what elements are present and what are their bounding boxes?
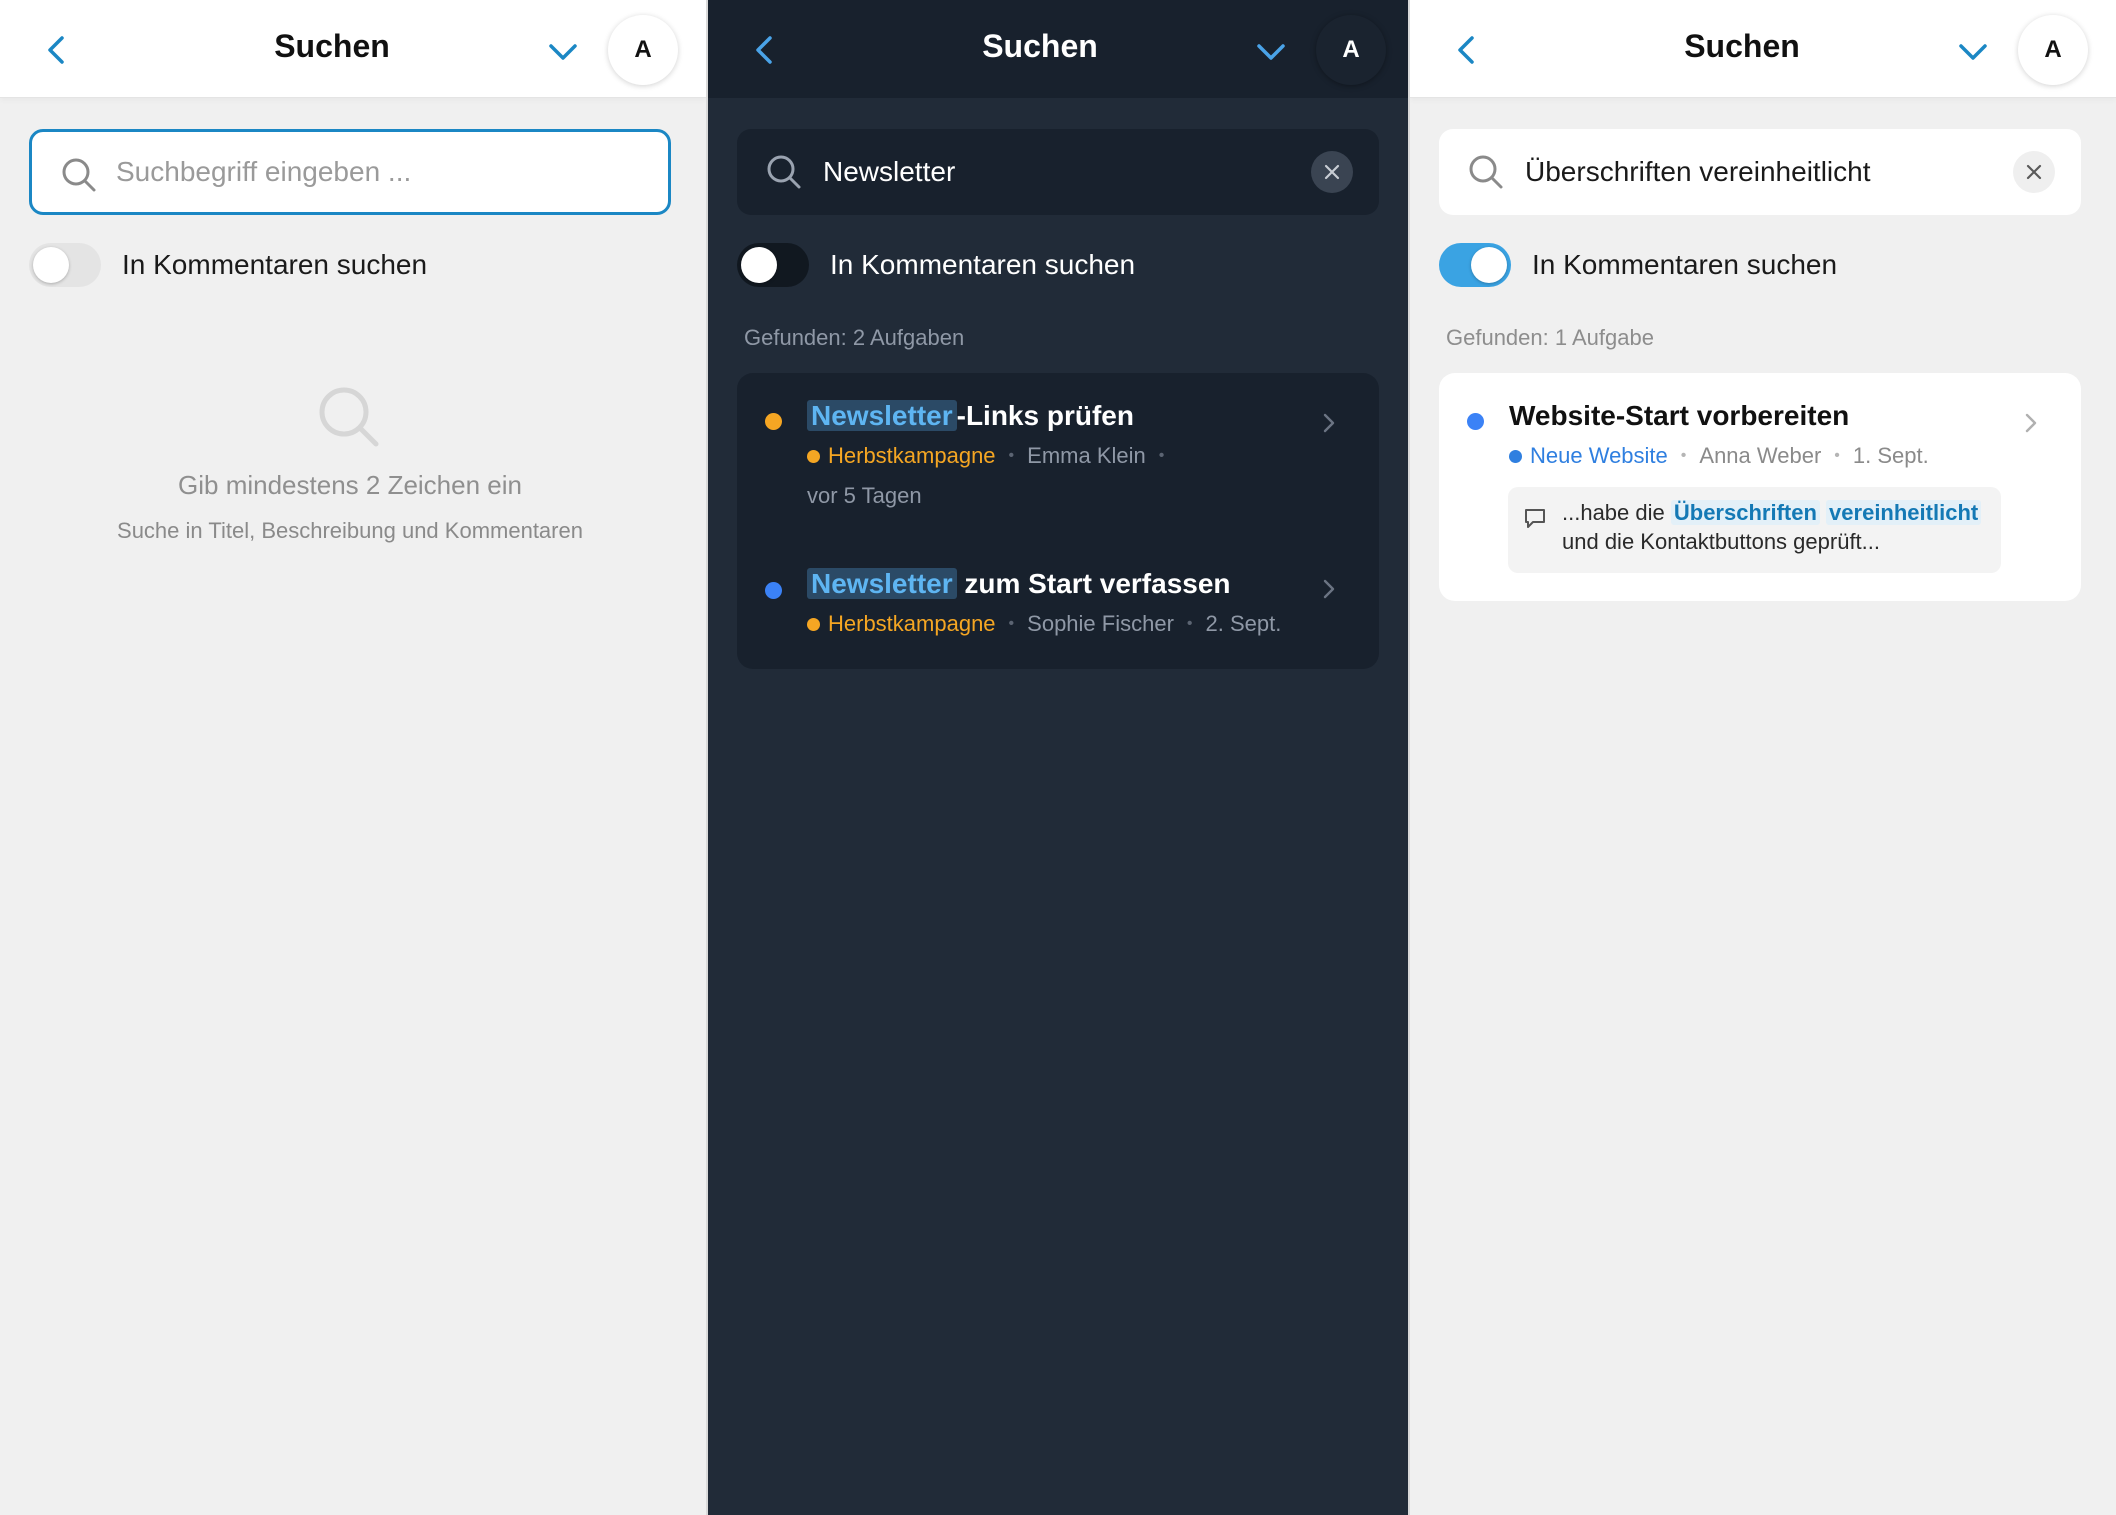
result-item[interactable]: Newsletter -Links prüfen Herbstkampagne •… [737,373,1379,538]
avatar[interactable]: A [608,15,678,85]
assignee: Anna Weber [1699,443,1822,468]
result-meta: Herbstkampagne • Sophie Fischer • 2. Sep… [807,611,1281,637]
search-icon [1469,155,1503,189]
assignee: Emma Klein [1027,443,1146,468]
search-highlight: vereinheitlicht [1826,500,1982,525]
results-count: Gefunden: 2 Aufgaben [744,325,965,350]
project-label: Neue Website [1530,443,1668,468]
clear-search-button[interactable] [1311,151,1353,193]
status-dot [1467,413,1484,430]
chevron-down-icon[interactable] [1251,32,1291,72]
result-meta: Neue Website • Anna Weber • 1. Sept. [1509,443,1929,469]
search-screen-comments: Suchen A Überschriften vereinheitlicht I… [1410,0,2116,1515]
toggle-label[interactable]: In Kommentaren suchen [1532,249,1837,281]
search-highlight: Newsletter [807,400,957,431]
search-highlight: Überschriften [1670,500,1820,525]
results-count: Gefunden: 1 Aufgabe [1446,325,1654,350]
search-input[interactable]: Newsletter [737,129,1379,215]
result-title: Website-Start vorbereiten [1509,400,1850,431]
results-list: Newsletter -Links prüfen Herbstkampagne •… [737,373,1379,669]
project-label: Herbstkampagne [828,443,996,468]
chevron-right-icon [2025,413,2037,433]
avatar[interactable]: A [1316,15,1386,85]
chevron-down-icon[interactable] [543,32,583,72]
project-dot [807,449,820,463]
search-value: Newsletter [823,156,956,187]
assignee: Sophie Fischer [1027,611,1174,636]
search-screen-dark: Suchen A Newsletter In Kommentaren suche… [708,0,1414,1515]
header: Suchen A [1410,0,2116,98]
search-screen-empty: Suchen A Suchbegriff eingeben ... In Kom… [0,0,706,1515]
result-title-rest: zum Start verfassen [964,568,1231,599]
chevron-down-icon[interactable] [1953,32,1993,72]
empty-state-title: Gib mindestens 2 Zeichen ein [178,470,522,500]
comment-line-2: und die Kontaktbuttons geprüft... [1562,529,1881,554]
result-meta: Herbstkampagne • Emma Klein • [807,443,1177,469]
comment-line-1: ...habe die Überschriften vereinheitlich… [1562,500,1982,526]
search-comments-toggle[interactable] [29,243,101,287]
separator: • [1008,447,1015,464]
search-input[interactable]: Überschriften vereinheitlicht [1439,129,2081,215]
due-date: vor 5 Tagen [807,483,922,508]
search-icon [767,155,801,189]
results-list: Website-Start vorbereiten Neue Website •… [1439,373,2081,601]
comment-icon [1525,509,1545,528]
toggle-knob [33,247,69,283]
search-comments-toggle[interactable] [1439,243,1511,287]
search-input[interactable]: Suchbegriff eingeben ... [29,129,671,215]
search-comments-toggle[interactable] [737,243,809,287]
project-dot [807,617,820,631]
result-title: Newsletter zum Start verfassen [807,568,1231,600]
result-item[interactable]: Newsletter zum Start verfassen Herbstkam… [737,538,1379,669]
due-date: 1. Sept. [1852,443,1929,468]
clear-search-button[interactable] [2013,151,2055,193]
toggle-knob [1471,247,1507,283]
result-title-rest: -Links prüfen [956,400,1134,431]
search-highlight: Newsletter [807,568,957,599]
search-placeholder: Suchbegriff eingeben ... [116,156,412,187]
status-dot [765,413,782,430]
separator: • [1158,447,1165,464]
due-date: 2. Sept. [1205,611,1282,636]
header: Suchen A [0,0,706,98]
search-icon [319,387,379,447]
status-dot [765,582,782,599]
comment-snippet: ...habe die Überschriften vereinheitlich… [1508,487,2001,573]
chevron-right-icon [1323,579,1335,599]
toggle-label[interactable]: In Kommentaren suchen [830,249,1135,281]
comment-prefix: ...habe die [1562,500,1665,525]
separator: • [1680,447,1687,464]
close-icon [2026,164,2042,180]
result-title: Newsletter -Links prüfen [807,400,1134,432]
close-icon [1324,164,1340,180]
separator: • [1008,615,1015,632]
avatar[interactable]: A [2018,15,2088,85]
search-value: Überschriften vereinheitlicht [1525,156,1871,187]
empty-state-subtitle: Suche in Titel, Beschreibung und Komment… [117,518,583,543]
separator: • [1834,447,1840,464]
separator: • [1186,615,1193,632]
search-icon [62,158,96,192]
toggle-knob [741,247,777,283]
project-label: Herbstkampagne [828,611,996,636]
toggle-label[interactable]: In Kommentaren suchen [122,249,427,281]
header: Suchen A [708,0,1414,98]
project-dot [1509,449,1522,463]
chevron-right-icon [1323,413,1335,433]
result-item[interactable]: Website-Start vorbereiten Neue Website •… [1439,373,2081,601]
